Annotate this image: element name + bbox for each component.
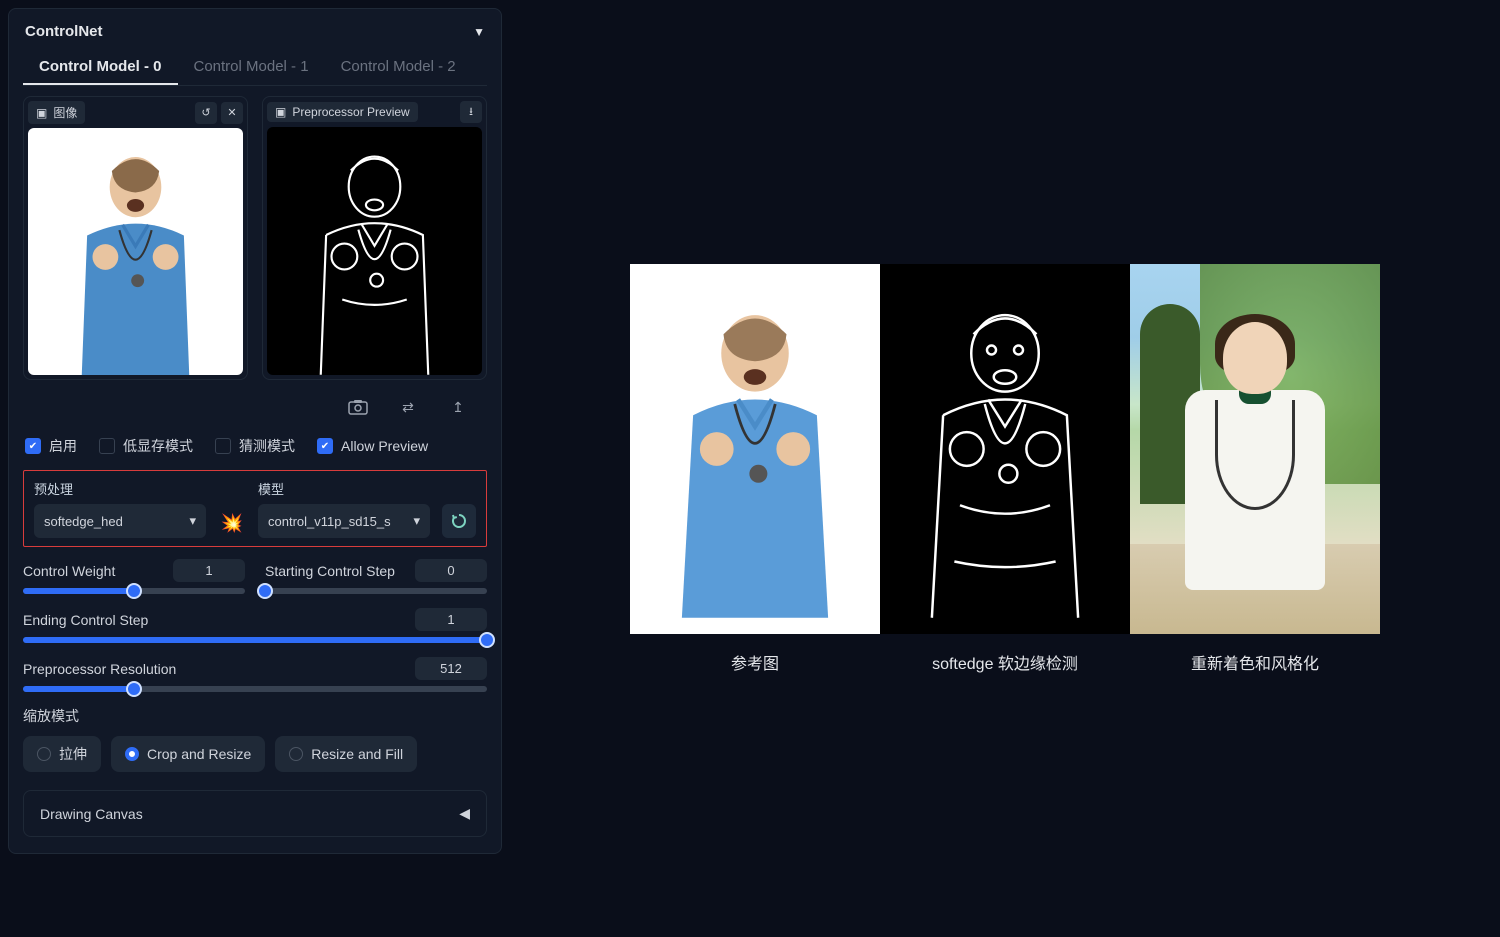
generated-image xyxy=(1130,264,1380,634)
image-row: ▣ 图像 ↺ ✕ ✎ xyxy=(23,96,487,380)
enable-label: 启用 xyxy=(49,436,77,456)
preview-badge: ▣ Preprocessor Preview xyxy=(267,102,418,122)
source-image-card: ▣ 图像 ↺ ✕ ✎ xyxy=(23,96,248,380)
checkbox-icon xyxy=(215,438,231,454)
enable-checkbox[interactable]: ✔ 启用 xyxy=(25,436,77,456)
panel-header[interactable]: ControlNet ▼ xyxy=(23,19,487,50)
slider-value[interactable]: 512 xyxy=(415,657,487,680)
camera-icon[interactable] xyxy=(347,398,369,416)
resize-mode-group: 拉伸 Crop and Resize Resize and Fill xyxy=(23,736,487,772)
preview-badge-label: Preprocessor Preview xyxy=(292,105,409,119)
collapse-caret-icon[interactable]: ▼ xyxy=(473,25,485,39)
slider-label: Preprocessor Resolution xyxy=(23,661,176,677)
options-row: ✔ 启用 低显存模式 猜测模式 ✔ Allow Preview xyxy=(23,430,487,470)
preproc-resolution-slider[interactable]: Preprocessor Resolution 512 xyxy=(23,657,487,692)
anime-nurse xyxy=(1165,314,1345,634)
lowvram-checkbox[interactable]: 低显存模式 xyxy=(99,436,193,456)
drawing-canvas-label: Drawing Canvas xyxy=(40,806,143,822)
allow-preview-checkbox[interactable]: ✔ Allow Preview xyxy=(317,438,428,454)
ending-step-slider[interactable]: Ending Control Step 1 xyxy=(23,608,487,643)
allow-preview-label: Allow Preview xyxy=(341,438,428,454)
triptych-generated: 重新着色和风格化 xyxy=(1130,264,1380,674)
check-icon: ✔ xyxy=(317,438,333,454)
image-icon: ▣ xyxy=(275,105,286,119)
upload-icon[interactable]: ↥ xyxy=(447,398,469,416)
output-gallery: 参考图 xyxy=(510,0,1500,937)
image-badge-label: 图像 xyxy=(53,104,77,121)
triptych: 参考图 xyxy=(630,264,1380,674)
edge-caption: softedge 软边缘检测 xyxy=(932,650,1078,674)
model-label: 模型 xyxy=(258,479,430,498)
guess-label: 猜测模式 xyxy=(239,436,295,456)
tab-model-1[interactable]: Control Model - 1 xyxy=(178,50,325,85)
panel-card: ControlNet ▼ Control Model - 0 Control M… xyxy=(8,8,502,854)
image-badge: ▣ 图像 xyxy=(28,101,85,124)
source-image[interactable] xyxy=(28,128,243,375)
edge-figure xyxy=(267,127,482,375)
panel-title: ControlNet xyxy=(25,23,103,40)
radio-icon xyxy=(289,747,303,761)
model-value: control_v11p_sd15_s xyxy=(268,514,391,529)
nurse-figure-large xyxy=(643,273,868,625)
check-icon: ✔ xyxy=(25,438,41,454)
nurse-figure xyxy=(28,128,243,375)
slider-value[interactable]: 0 xyxy=(415,559,487,582)
generated-caption: 重新着色和风格化 xyxy=(1191,650,1319,674)
preprocessor-preview-card: ▣ Preprocessor Preview ⭳ xyxy=(262,96,487,380)
resize-mode-label: 缩放模式 xyxy=(23,706,487,726)
tab-model-0[interactable]: Control Model - 0 xyxy=(23,50,178,85)
slider-value[interactable]: 1 xyxy=(415,608,487,631)
preprocessor-model-box: 预处理 softedge_hed ▾ 💥 模型 control_v11p_sd1… xyxy=(23,470,487,547)
image-actions: ⇄ ↥ xyxy=(23,390,487,430)
radio-label: Resize and Fill xyxy=(311,746,403,762)
slider-label: Control Weight xyxy=(23,563,115,579)
close-icon[interactable]: ✕ xyxy=(221,102,243,124)
preview-image[interactable] xyxy=(267,127,482,375)
refresh-button[interactable] xyxy=(442,504,476,538)
checkbox-icon xyxy=(99,438,115,454)
reference-caption: 参考图 xyxy=(731,650,779,674)
radio-icon xyxy=(125,747,139,761)
chevron-down-icon: ▾ xyxy=(413,513,420,529)
radio-icon xyxy=(37,747,51,761)
lowvram-label: 低显存模式 xyxy=(123,436,193,456)
preprocessor-dropdown[interactable]: softedge_hed ▾ xyxy=(34,504,206,538)
drawing-canvas-toggle[interactable]: Drawing Canvas ◀ xyxy=(23,790,487,837)
swap-icon[interactable]: ⇄ xyxy=(397,398,419,416)
slider-label: Starting Control Step xyxy=(265,563,395,579)
edge-image xyxy=(880,264,1130,634)
triptych-reference: 参考图 xyxy=(630,264,880,674)
reference-image xyxy=(630,264,880,634)
preprocessor-value: softedge_hed xyxy=(44,514,123,529)
resize-crop[interactable]: Crop and Resize xyxy=(111,736,265,772)
slider-value[interactable]: 1 xyxy=(173,559,245,582)
triptych-edge: softedge 软边缘检测 xyxy=(880,264,1130,674)
resize-fill[interactable]: Resize and Fill xyxy=(275,736,417,772)
model-dropdown[interactable]: control_v11p_sd15_s ▾ xyxy=(258,504,430,538)
resize-stretch[interactable]: 拉伸 xyxy=(23,736,101,772)
controlnet-panel: ControlNet ▼ Control Model - 0 Control M… xyxy=(0,0,510,937)
undo-icon[interactable]: ↺ xyxy=(195,102,217,124)
caret-left-icon: ◀ xyxy=(459,805,470,822)
edge-figure-large xyxy=(893,273,1118,625)
starting-step-slider[interactable]: Starting Control Step 0 xyxy=(265,559,487,594)
image-icon: ▣ xyxy=(36,106,47,120)
radio-label: Crop and Resize xyxy=(147,746,251,762)
radio-label: 拉伸 xyxy=(59,744,87,764)
download-icon[interactable]: ⭳ xyxy=(460,101,482,123)
control-weight-slider[interactable]: Control Weight 1 xyxy=(23,559,245,594)
chevron-down-icon: ▾ xyxy=(189,513,196,529)
preprocessor-label: 预处理 xyxy=(34,479,206,498)
tab-model-2[interactable]: Control Model - 2 xyxy=(325,50,472,85)
model-tabs: Control Model - 0 Control Model - 1 Cont… xyxy=(23,50,487,86)
explosion-icon[interactable]: 💥 xyxy=(218,513,246,538)
slider-label: Ending Control Step xyxy=(23,612,148,628)
guess-checkbox[interactable]: 猜测模式 xyxy=(215,436,295,456)
